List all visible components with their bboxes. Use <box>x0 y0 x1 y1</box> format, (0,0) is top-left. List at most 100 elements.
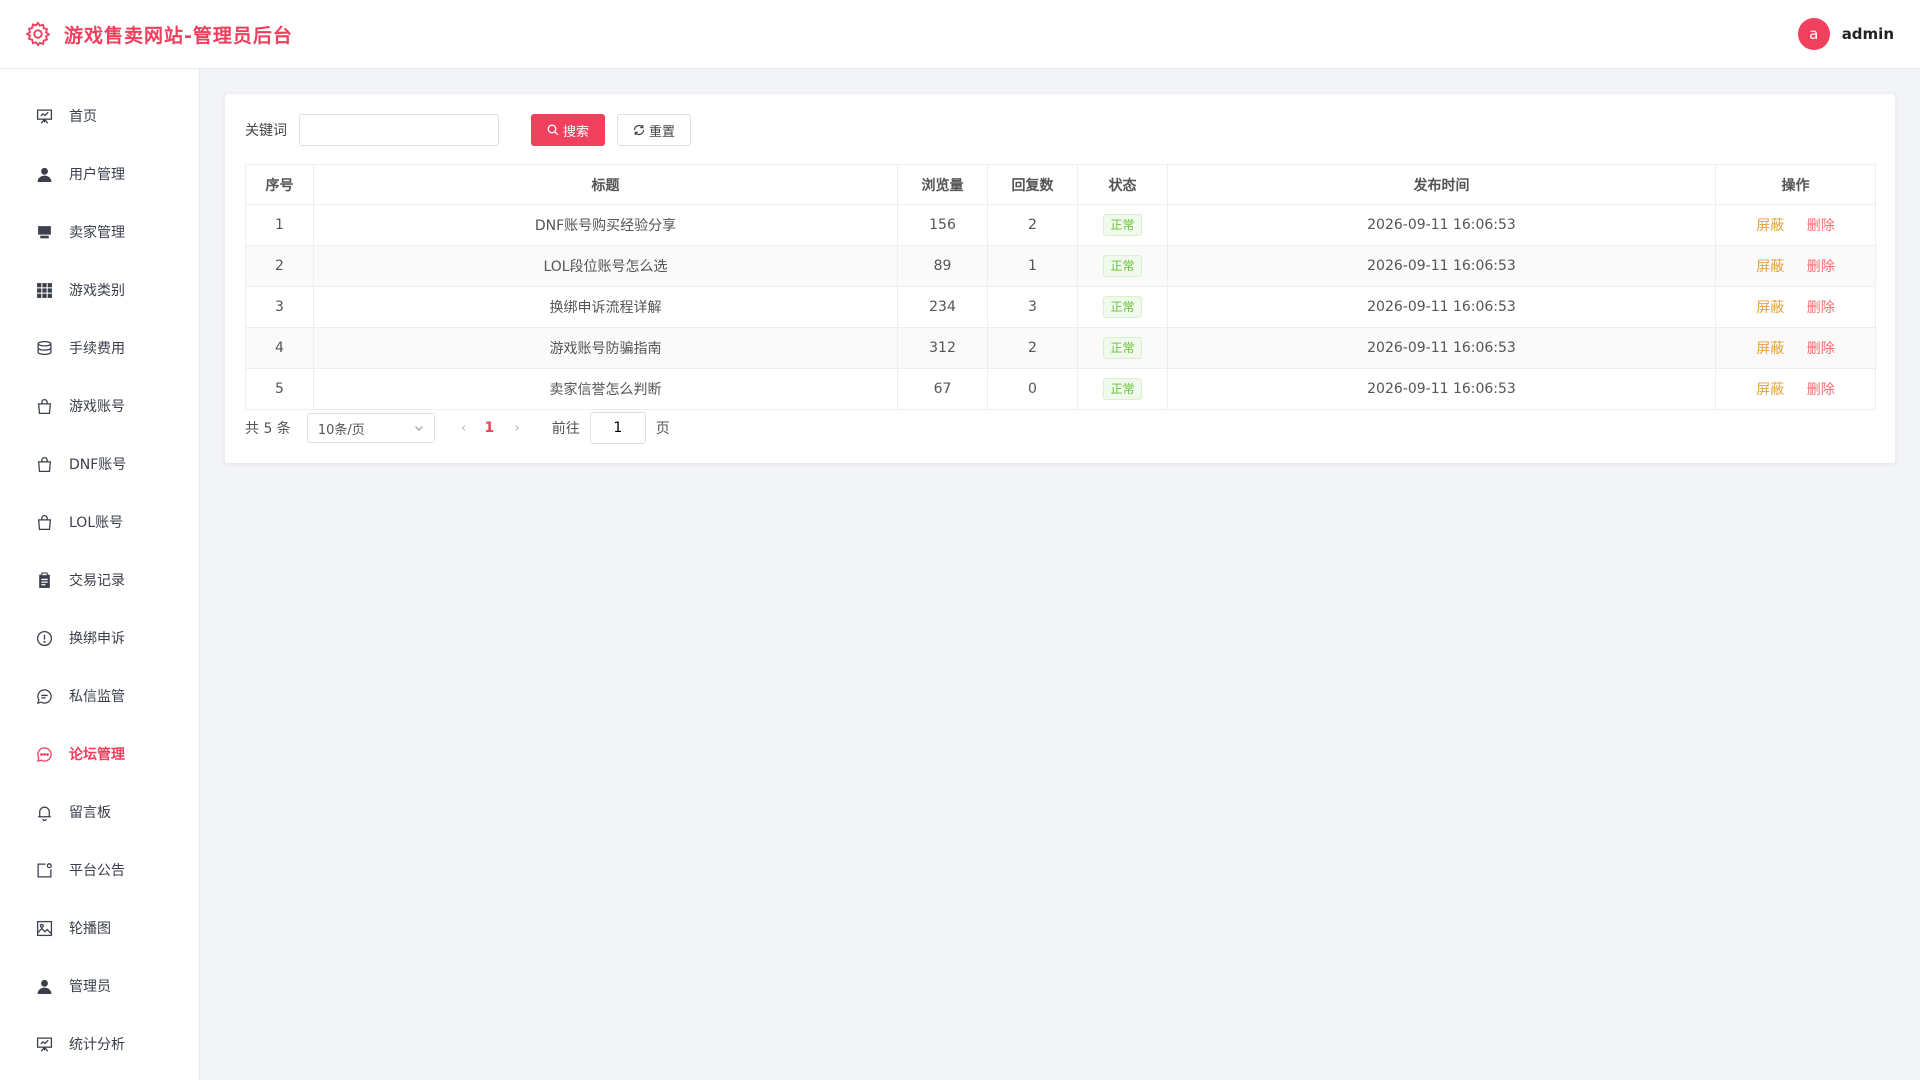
sidebar-item-label: 论坛管理 <box>69 747 125 763</box>
block-button[interactable]: 屏蔽 <box>1756 300 1784 316</box>
sidebar-item-carousel[interactable]: 轮播图 <box>0 899 199 957</box>
reset-button-label: 重置 <box>648 124 675 140</box>
pagination: 共 5 条 10条/页 ‹ 1 › 前往 页 <box>245 412 1875 444</box>
cell-status: 正常 <box>1077 368 1168 410</box>
sidebar-item-users[interactable]: 用户管理 <box>0 145 199 203</box>
column-header-status: 状态 <box>1077 164 1168 205</box>
cell-time: 2026-09-11 16:06:53 <box>1167 245 1716 287</box>
keyword-label: 关键词 <box>245 123 287 139</box>
cell-replies: 2 <box>987 327 1078 369</box>
sidebar-item-rebind-appeals[interactable]: 换绑申诉 <box>0 609 199 667</box>
prev-page-button[interactable]: ‹ <box>461 420 467 436</box>
sidebar-item-label: LOL账号 <box>69 515 124 531</box>
cell-title: 换绑申诉流程详解 <box>313 286 898 328</box>
refresh-icon <box>633 124 645 136</box>
sidebar: 首页 用户管理 卖家管理 游戏类别 手续费用 游戏账号 DNF账号 LOL账号 … <box>0 69 200 1080</box>
sidebar-item-label: 卖家管理 <box>69 225 125 241</box>
cell-views: 89 <box>897 245 988 287</box>
column-header-title: 标题 <box>313 164 898 205</box>
page-size-select[interactable]: 10条/页 <box>306 413 435 443</box>
reset-button[interactable]: 重置 <box>617 114 691 146</box>
sidebar-item-forum[interactable]: 论坛管理 <box>0 725 199 783</box>
avatar[interactable]: a <box>1797 18 1830 50</box>
top-header: 游戏售卖网站-管理员后台 a admin <box>0 0 1920 69</box>
sidebar-item-game-categories[interactable]: 游戏类别 <box>0 261 199 319</box>
forum-posts-table: 序号 标题 浏览量 回复数 状态 发布时间 操作 1 DNF账号购买经验分享 1… <box>245 164 1876 410</box>
cell-status: 正常 <box>1077 327 1168 369</box>
delete-button[interactable]: 删除 <box>1807 341 1835 357</box>
delete-button[interactable]: 删除 <box>1807 300 1835 316</box>
forum-management-card: 关键词 搜索 重置 序号 标题 浏览量 回复数 状态 发布时间 操作 1 DNF… <box>225 94 1895 463</box>
clipboard-icon <box>39 572 50 588</box>
cell-actions: 屏蔽 删除 <box>1715 286 1876 328</box>
gear-icon <box>25 21 51 47</box>
bell-icon <box>38 806 51 821</box>
sidebar-item-messages[interactable]: 私信监管 <box>0 667 199 725</box>
warning-icon <box>36 630 53 646</box>
keyword-input[interactable] <box>299 114 499 146</box>
chat-dots-icon <box>36 746 52 762</box>
block-button[interactable]: 屏蔽 <box>1756 218 1784 234</box>
sidebar-item-announcements[interactable]: 平台公告 <box>0 841 199 899</box>
cell-views: 312 <box>897 327 988 369</box>
bag-icon <box>37 398 52 414</box>
sidebar-item-game-accounts[interactable]: 游戏账号 <box>0 377 199 435</box>
delete-button[interactable]: 删除 <box>1807 218 1835 234</box>
sidebar-item-label: DNF账号 <box>69 457 127 473</box>
sidebar-item-transactions[interactable]: 交易记录 <box>0 551 199 609</box>
pagination-total: 共 5 条 <box>245 421 291 437</box>
table-row: 2 LOL段位账号怎么选 89 1 正常 2026-09-11 16:06:53… <box>245 245 1876 287</box>
message-icon <box>36 688 52 704</box>
cell-status: 正常 <box>1077 204 1168 246</box>
page-suffix: 页 <box>655 421 670 437</box>
sidebar-item-guestbook[interactable]: 留言板 <box>0 783 199 841</box>
column-header-actions: 操作 <box>1715 164 1876 205</box>
cell-replies: 1 <box>987 245 1078 287</box>
cell-actions: 屏蔽 删除 <box>1715 245 1876 287</box>
grid-icon <box>37 282 52 298</box>
cell-views: 156 <box>897 204 988 246</box>
sidebar-item-statistics[interactable]: 统计分析 <box>0 1015 199 1073</box>
column-header-index: 序号 <box>245 164 314 205</box>
cell-title: 游戏账号防骗指南 <box>313 327 898 369</box>
cell-time: 2026-09-11 16:06:53 <box>1167 286 1716 328</box>
sidebar-item-fees[interactable]: 手续费用 <box>0 319 199 377</box>
cell-time: 2026-09-11 16:06:53 <box>1167 327 1716 369</box>
bag-icon <box>37 514 52 530</box>
sidebar-item-home[interactable]: 首页 <box>0 87 199 145</box>
notice-icon <box>37 862 52 878</box>
coins-icon <box>37 340 52 355</box>
cell-title: 卖家信誉怎么判断 <box>313 368 898 410</box>
block-button[interactable]: 屏蔽 <box>1756 341 1784 357</box>
sidebar-item-admins[interactable]: 管理员 <box>0 957 199 1015</box>
sidebar-item-sellers[interactable]: 卖家管理 <box>0 203 199 261</box>
delete-button[interactable]: 删除 <box>1807 259 1835 275</box>
search-button[interactable]: 搜索 <box>531 114 605 146</box>
sidebar-item-dnf-accounts[interactable]: DNF账号 <box>0 435 199 493</box>
search-button-label: 搜索 <box>562 124 589 140</box>
cell-actions: 屏蔽 删除 <box>1715 327 1876 369</box>
store-icon <box>38 225 51 238</box>
table-header-row: 序号 标题 浏览量 回复数 状态 发布时间 操作 <box>245 164 1876 205</box>
cell-time: 2026-09-11 16:06:53 <box>1167 204 1716 246</box>
block-button[interactable]: 屏蔽 <box>1756 382 1784 398</box>
status-badge: 正常 <box>1103 337 1142 359</box>
block-button[interactable]: 屏蔽 <box>1756 259 1784 275</box>
sidebar-item-label: 游戏账号 <box>69 399 125 415</box>
cell-replies: 0 <box>987 368 1078 410</box>
sidebar-item-lol-accounts[interactable]: LOL账号 <box>0 493 199 551</box>
username[interactable]: admin <box>1842 25 1894 43</box>
status-badge: 正常 <box>1103 378 1142 400</box>
cell-index: 5 <box>245 368 314 410</box>
delete-button[interactable]: 删除 <box>1807 382 1835 398</box>
current-page[interactable]: 1 <box>484 420 494 436</box>
table-row: 3 换绑申诉流程详解 234 3 正常 2026-09-11 16:06:53 … <box>245 286 1876 328</box>
brand: 游戏售卖网站-管理员后台 <box>24 20 293 48</box>
cell-replies: 3 <box>987 286 1078 328</box>
goto-page-input[interactable] <box>589 412 646 444</box>
sidebar-item-label: 留言板 <box>69 805 111 821</box>
next-page-button[interactable]: › <box>514 420 520 436</box>
user-menu[interactable]: a admin <box>1797 18 1894 50</box>
cell-actions: 屏蔽 删除 <box>1715 368 1876 410</box>
sidebar-item-label: 首页 <box>69 109 97 125</box>
